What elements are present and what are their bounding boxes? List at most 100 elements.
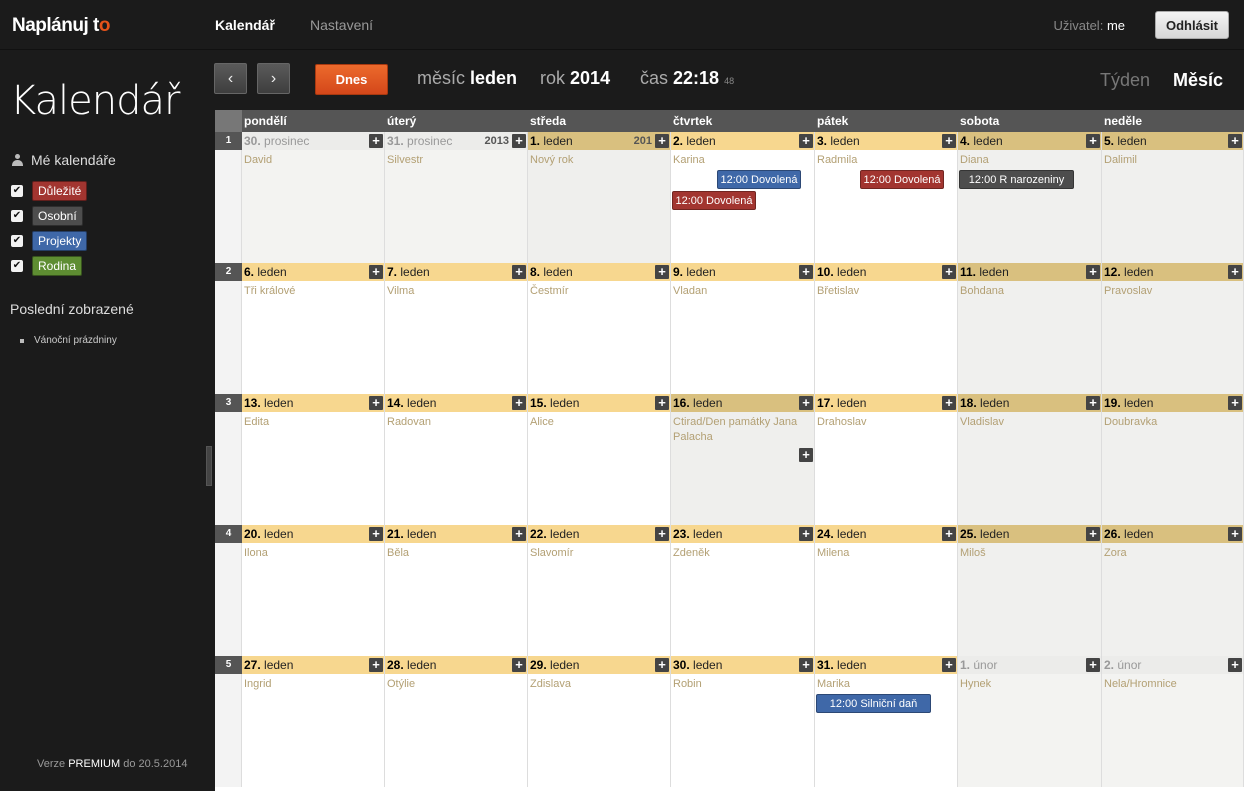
day-cell[interactable]: 1. leden 201 + Nový rok	[528, 132, 671, 263]
day-cell[interactable]: 2. únor + Nela/Hromnice	[1102, 656, 1244, 787]
day-cell[interactable]: 20. leden + Ilona	[242, 525, 385, 656]
day-cell[interactable]: 10. leden + Břetislav	[815, 263, 958, 394]
add-event-icon[interactable]: +	[942, 134, 956, 148]
calendar-toggle[interactable]: ✔ Rodina	[11, 256, 83, 276]
nav-settings[interactable]: Nastavení	[310, 17, 373, 33]
day-cell[interactable]: 23. leden + Zdeněk	[671, 525, 815, 656]
day-header[interactable]: 27. leden +	[242, 656, 384, 674]
day-header[interactable]: 5. leden +	[1102, 132, 1243, 150]
day-header[interactable]: 18. leden +	[958, 394, 1101, 412]
day-header[interactable]: 16. leden +	[671, 394, 814, 412]
next-button[interactable]: ›	[257, 63, 290, 94]
add-event-icon[interactable]: +	[369, 265, 383, 279]
view-week-tab[interactable]: Týden	[1100, 70, 1150, 91]
day-cell[interactable]: 6. leden + Tři králové	[242, 263, 385, 394]
today-button[interactable]: Dnes	[315, 64, 388, 95]
add-event-icon[interactable]: +	[369, 658, 383, 672]
day-header[interactable]: 15. leden +	[528, 394, 670, 412]
add-event-icon[interactable]: +	[512, 134, 526, 148]
day-cell[interactable]: 2. leden + Karina 12:00 Dovolená 12:00 Dovol…	[671, 132, 815, 263]
logout-button[interactable]: Odhlásit	[1155, 11, 1229, 39]
day-header[interactable]: 4. leden +	[958, 132, 1101, 150]
add-event-icon[interactable]: +	[799, 527, 813, 541]
day-cell[interactable]: 21. leden + Běla	[385, 525, 528, 656]
day-cell[interactable]: 27. leden + Ingrid	[242, 656, 385, 787]
day-cell[interactable]: 8. leden + Čestmír	[528, 263, 671, 394]
day-cell[interactable]: 26. leden + Zora	[1102, 525, 1244, 656]
add-event-icon[interactable]: +	[1086, 396, 1100, 410]
day-cell[interactable]: 17. leden + Drahoslav	[815, 394, 958, 525]
day-header[interactable]: 8. leden +	[528, 263, 670, 281]
day-header[interactable]: 1. únor +	[958, 656, 1101, 674]
day-header[interactable]: 20. leden +	[242, 525, 384, 543]
day-header[interactable]: 12. leden +	[1102, 263, 1243, 281]
day-cell[interactable]: 7. leden + Vilma	[385, 263, 528, 394]
view-month-tab[interactable]: Měsíc	[1173, 70, 1223, 91]
add-event-icon[interactable]: +	[655, 134, 669, 148]
day-cell[interactable]: 29. leden + Zdislava	[528, 656, 671, 787]
day-header[interactable]: 30. leden +	[671, 656, 814, 674]
day-cell[interactable]: 3. leden + Radmila 12:00 Dovolená	[815, 132, 958, 263]
day-header[interactable]: 28. leden +	[385, 656, 527, 674]
day-cell[interactable]: 16. leden + Ctirad/Den památky Jana Palach…	[671, 394, 815, 525]
day-cell[interactable]: 14. leden + Radovan	[385, 394, 528, 525]
day-header[interactable]: 24. leden +	[815, 525, 957, 543]
checkbox[interactable]: ✔	[11, 210, 23, 222]
add-event-icon[interactable]: +	[1086, 134, 1100, 148]
day-cell[interactable]: 1. únor + Hynek	[958, 656, 1102, 787]
day-cell[interactable]: 30. prosinec + David	[242, 132, 385, 263]
add-event-icon[interactable]: +	[655, 658, 669, 672]
add-event-icon[interactable]: +	[799, 265, 813, 279]
add-event-icon[interactable]: +	[1086, 658, 1100, 672]
day-header[interactable]: 14. leden +	[385, 394, 527, 412]
day-cell[interactable]: 4. leden + Diana 12:00 R narozeniny	[958, 132, 1102, 263]
calendar-event[interactable]: 12:00 Dovolená	[672, 191, 756, 210]
calendar-toggle[interactable]: ✔ Osobní	[11, 206, 83, 226]
add-event-icon[interactable]: +	[655, 527, 669, 541]
day-cell[interactable]: 18. leden + Vladislav	[958, 394, 1102, 525]
add-event-icon[interactable]: +	[1086, 527, 1100, 541]
day-header[interactable]: 9. leden +	[671, 263, 814, 281]
add-event-icon[interactable]: +	[512, 396, 526, 410]
add-event-icon[interactable]: +	[942, 265, 956, 279]
day-header[interactable]: 13. leden +	[242, 394, 384, 412]
add-event-icon[interactable]: +	[655, 265, 669, 279]
day-header[interactable]: 6. leden +	[242, 263, 384, 281]
add-event-icon[interactable]: +	[369, 134, 383, 148]
checkbox[interactable]: ✔	[11, 185, 23, 197]
calendar-event[interactable]: 12:00 Dovolená	[860, 170, 944, 189]
calendar-toggle[interactable]: ✔ Důležité	[11, 181, 88, 201]
day-cell[interactable]: 24. leden + Milena	[815, 525, 958, 656]
day-header[interactable]: 21. leden +	[385, 525, 527, 543]
add-event-icon[interactable]: +	[1086, 265, 1100, 279]
add-event-icon[interactable]: +	[799, 448, 813, 462]
day-cell[interactable]: 11. leden + Bohdana	[958, 263, 1102, 394]
day-cell[interactable]: 28. leden + Otýlie	[385, 656, 528, 787]
calendar-label[interactable]: Projekty	[32, 231, 88, 251]
add-event-icon[interactable]: +	[799, 134, 813, 148]
day-cell[interactable]: 31. leden + Marika 12:00 Silniční daň	[815, 656, 958, 787]
calendar-event[interactable]: 12:00 Silniční daň	[816, 694, 931, 713]
day-header[interactable]: 2. leden +	[671, 132, 814, 150]
sidebar-resize-handle[interactable]	[206, 446, 212, 486]
calendar-event[interactable]: 12:00 Dovolená	[717, 170, 801, 189]
add-event-icon[interactable]: +	[942, 527, 956, 541]
nav-calendar[interactable]: Kalendář	[215, 17, 275, 33]
day-cell[interactable]: 31. prosinec 2013 + Silvestr	[385, 132, 528, 263]
day-cell[interactable]: 22. leden + Slavomír	[528, 525, 671, 656]
checkbox[interactable]: ✔	[11, 260, 23, 272]
add-event-icon[interactable]: +	[369, 396, 383, 410]
day-cell[interactable]: 13. leden + Edita	[242, 394, 385, 525]
add-event-icon[interactable]: +	[1228, 134, 1242, 148]
day-header[interactable]: 31. prosinec 2013 +	[385, 132, 527, 150]
add-event-icon[interactable]: +	[512, 527, 526, 541]
add-event-icon[interactable]: +	[1228, 527, 1242, 541]
day-header[interactable]: 31. leden +	[815, 656, 957, 674]
day-cell[interactable]: 19. leden + Doubravka	[1102, 394, 1244, 525]
add-event-icon[interactable]: +	[942, 658, 956, 672]
day-header[interactable]: 10. leden +	[815, 263, 957, 281]
day-header[interactable]: 25. leden +	[958, 525, 1101, 543]
day-cell[interactable]: 12. leden + Pravoslav	[1102, 263, 1244, 394]
add-event-icon[interactable]: +	[512, 658, 526, 672]
add-event-icon[interactable]: +	[369, 527, 383, 541]
